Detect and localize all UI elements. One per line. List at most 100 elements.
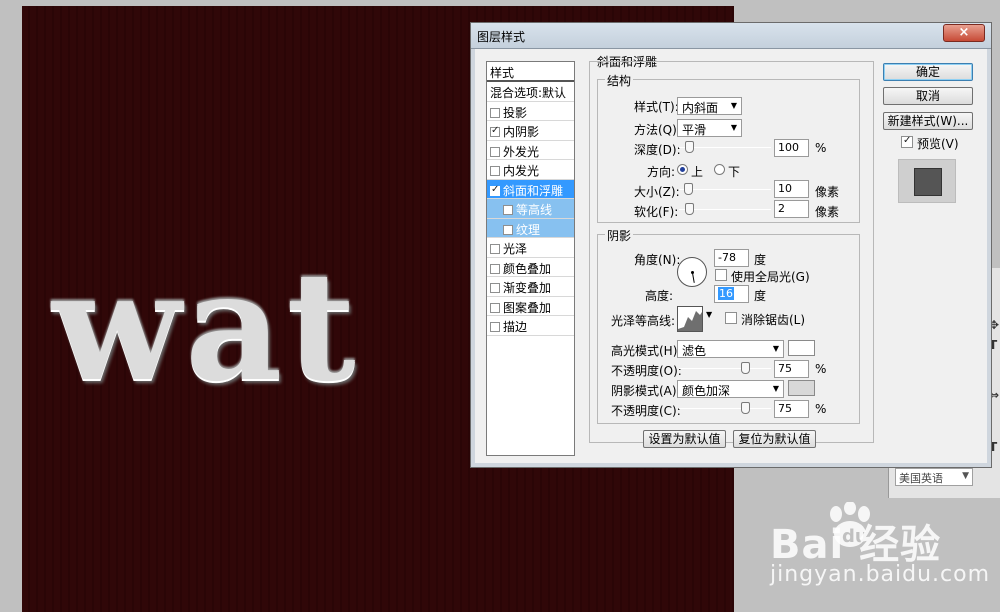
bevel-style-select[interactable]: 内斜面 ▼ — [677, 97, 742, 115]
effect-item[interactable]: 颜色叠加 — [487, 258, 574, 277]
soften-label: 软化(F): — [634, 205, 679, 219]
direction-label: 方向: — [647, 165, 676, 179]
direction-up-label: 上 — [691, 165, 704, 179]
chevron-down-icon: ▼ — [772, 344, 779, 353]
ok-button[interactable]: 确定 — [883, 63, 973, 81]
preview-label: 预览(V) — [917, 137, 959, 151]
watermark-url: jingyan.baidu.com — [770, 562, 991, 587]
angle-unit: 度 — [754, 253, 767, 267]
effect-item[interactable]: 渐变叠加 — [487, 277, 574, 297]
cancel-button[interactable]: 取消 — [883, 87, 973, 105]
highlight-opacity-input[interactable]: 75 — [774, 360, 809, 378]
highlight-color-swatch[interactable] — [788, 340, 815, 356]
chevron-down-icon: ▼ — [772, 384, 779, 393]
effect-checkbox[interactable] — [490, 166, 500, 176]
effect-checkbox[interactable] — [503, 205, 513, 215]
anti-alias-label: 消除锯齿(L) — [741, 313, 806, 327]
angle-input[interactable]: -78 — [714, 249, 749, 267]
effect-label: 图案叠加 — [503, 300, 552, 315]
reset-default-button[interactable]: 复位为默认值 — [733, 430, 816, 448]
effect-item[interactable]: 外发光 — [487, 141, 574, 160]
style-label: 样式(T): — [634, 100, 679, 114]
soften-input[interactable]: 2 — [774, 200, 809, 218]
effect-label: 描边 — [503, 320, 528, 334]
effect-checkbox[interactable] — [490, 146, 500, 157]
language-select[interactable]: 美国英语 ▼ — [895, 468, 973, 486]
soften-slider-thumb[interactable] — [685, 203, 694, 215]
gloss-contour-picker[interactable] — [677, 306, 703, 332]
effect-label: 颜色叠加 — [503, 261, 552, 276]
size-slider-thumb[interactable] — [684, 183, 693, 195]
depth-slider-thumb[interactable] — [685, 141, 694, 153]
chevron-down-icon: ▼ — [730, 101, 737, 110]
shadow-opacity-label: 不透明度(C): — [611, 404, 681, 418]
contour-curve-icon — [678, 311, 702, 331]
effect-item[interactable]: 斜面和浮雕 — [487, 179, 574, 199]
size-unit: 像素 — [815, 185, 840, 199]
effect-item[interactable]: 内发光 — [487, 160, 574, 180]
angle-label: 角度(N): — [634, 253, 681, 267]
effect-checkbox[interactable] — [490, 107, 500, 118]
size-input[interactable]: 10 — [774, 180, 809, 198]
highlight-mode-select[interactable]: 滤色 ▼ — [677, 340, 784, 358]
effect-label: 外发光 — [503, 144, 540, 159]
anti-alias-checkbox[interactable] — [725, 312, 737, 324]
contour-dropdown-arrow-icon[interactable]: ▼ — [706, 310, 712, 319]
effect-item[interactable]: 图案叠加 — [487, 297, 574, 316]
set-default-button[interactable]: 设置为默认值 — [643, 430, 726, 448]
effect-item[interactable]: 描边 — [487, 316, 574, 336]
depth-input[interactable]: 100 — [774, 139, 809, 157]
shadow-mode-select[interactable]: 颜色加深 ▼ — [677, 380, 784, 398]
effect-checkbox[interactable] — [490, 263, 500, 274]
direction-down-radio[interactable] — [714, 164, 725, 175]
effect-checkbox[interactable] — [490, 283, 500, 293]
effect-item[interactable]: 纹理 — [487, 218, 574, 238]
effect-label: 渐变叠加 — [503, 281, 552, 295]
shadow-opacity-slider[interactable] — [679, 408, 771, 409]
effect-label: 斜面和浮雕 — [503, 183, 564, 198]
dialog-titlebar[interactable]: 图层样式 × — [471, 23, 991, 49]
effect-label: 光泽 — [503, 242, 528, 256]
effect-item[interactable]: 内阴影 — [487, 121, 574, 141]
effect-item[interactable]: 等高线 — [487, 199, 574, 219]
effect-checkbox[interactable] — [503, 224, 513, 235]
layer-style-dialog: 图层样式 × 样式 混合选项:默认 投影内阴影外发光内发光斜面和浮雕等高线纹理光… — [470, 22, 992, 468]
effect-checkbox[interactable] — [490, 244, 500, 254]
close-icon: × — [958, 25, 970, 40]
highlight-opacity-unit: % — [815, 362, 827, 376]
close-button[interactable]: × — [943, 24, 985, 42]
styles-header[interactable]: 样式 — [487, 62, 574, 82]
new-style-button[interactable]: 新建样式(W)... — [883, 112, 973, 130]
shadow-opacity-unit: % — [815, 402, 827, 416]
shadow-opacity-slider-thumb[interactable] — [741, 402, 750, 414]
direction-up-radio[interactable] — [677, 164, 688, 175]
depth-label: 深度(D): — [634, 143, 681, 157]
direction-down-label: 下 — [728, 165, 741, 179]
shadow-color-swatch[interactable] — [788, 380, 815, 396]
altitude-unit: 度 — [754, 289, 767, 303]
effect-checkbox[interactable] — [490, 302, 500, 313]
shadow-opacity-input[interactable]: 75 — [774, 400, 809, 418]
chevron-down-icon: ▼ — [730, 123, 737, 132]
global-light-checkbox[interactable] — [715, 269, 727, 281]
highlight-opacity-slider[interactable] — [679, 368, 771, 369]
effect-item[interactable]: 光泽 — [487, 238, 574, 258]
effect-item[interactable]: 投影 — [487, 102, 574, 121]
effect-checkbox[interactable] — [490, 184, 500, 196]
structure-title: 结构 — [605, 72, 634, 89]
technique-label: 方法(Q): — [634, 123, 681, 137]
effect-checkbox[interactable] — [490, 322, 500, 332]
shading-title: 阴影 — [605, 227, 634, 244]
embossed-text: wat — [52, 239, 360, 415]
effect-checkbox[interactable] — [490, 125, 500, 137]
highlight-opacity-slider-thumb[interactable] — [741, 362, 750, 374]
angle-dial[interactable] — [677, 257, 707, 287]
altitude-input[interactable]: 16 — [714, 285, 749, 303]
highlight-opacity-label: 不透明度(O): — [611, 364, 682, 378]
technique-select[interactable]: 平滑 ▼ — [677, 119, 742, 137]
global-light-label: 使用全局光(G) — [731, 270, 810, 284]
blend-options-item[interactable]: 混合选项:默认 — [487, 82, 574, 102]
highlight-mode-label: 高光模式(H): — [611, 344, 682, 358]
dialog-body: 样式 混合选项:默认 投影内阴影外发光内发光斜面和浮雕等高线纹理光泽颜色叠加渐变… — [477, 53, 985, 461]
preview-checkbox[interactable] — [901, 135, 913, 148]
